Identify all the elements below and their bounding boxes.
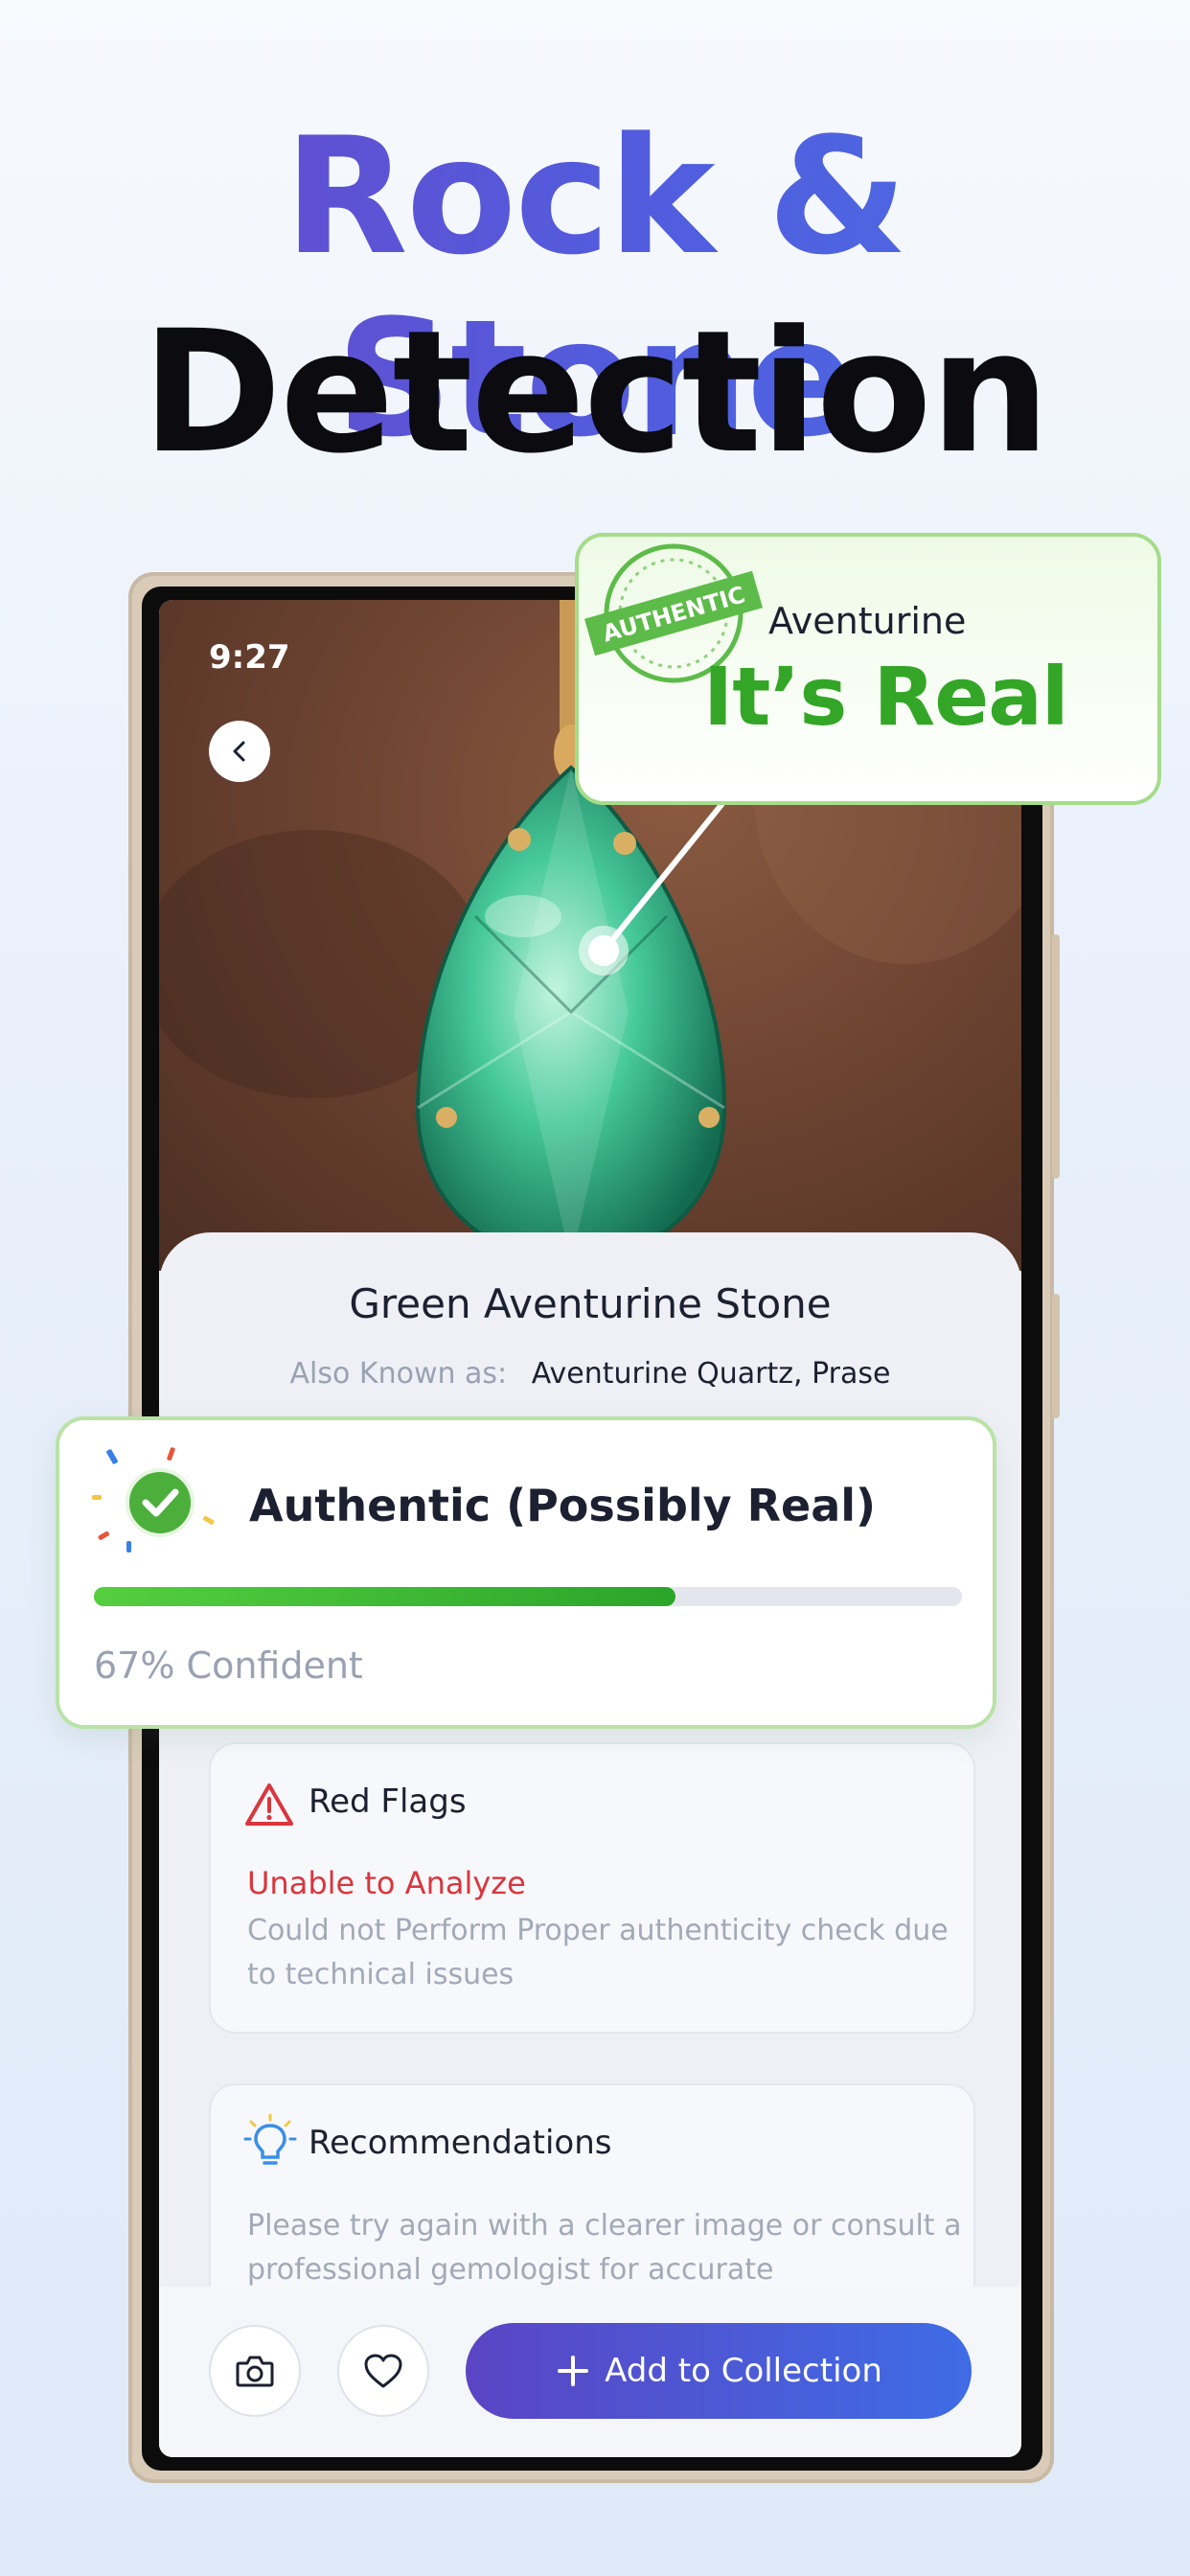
authenticity-card: Authentic (Possibly Real) 67% Confident: [56, 1416, 996, 1729]
camera-icon: [236, 2356, 274, 2387]
phone-side-button: [1052, 1294, 1060, 1418]
also-known-as: Also Known as: Aventurine Quartz, Prase: [159, 1357, 1021, 1391]
phone-side-button: [1052, 934, 1060, 1179]
favorite-button[interactable]: [337, 2325, 429, 2417]
heart-icon: [364, 2354, 402, 2388]
chevron-left-icon: [233, 741, 245, 762]
lightbulb-icon: [243, 2113, 297, 2165]
also-known-as-value: Aventurine Quartz, Prase: [531, 1357, 891, 1391]
confidence-bar-fill: [94, 1587, 676, 1606]
add-to-collection-button[interactable]: Add to Collection: [466, 2323, 972, 2419]
authenticity-label: Authentic (Possibly Real): [249, 1480, 877, 1531]
red-flags-card: Red Flags Unable to Analyze Could not Pe…: [209, 1742, 975, 2034]
confidence-bar: [94, 1587, 962, 1606]
plus-icon: [558, 2356, 589, 2386]
recommendations-body: Please try again with a clearer image or…: [247, 2209, 962, 2287]
red-flags-heading: Unable to Analyze: [247, 1865, 526, 1901]
recommendations-title: Recommendations: [309, 2124, 612, 2162]
warning-icon: [245, 1783, 293, 1826]
add-to-collection-label: Add to Collection: [605, 2352, 882, 2390]
real-callout-stone: Aventurine: [768, 600, 967, 642]
headline-line-2: Detection: [142, 294, 1050, 491]
status-time: 9:27: [209, 638, 290, 677]
real-callout-verdict: It’s Real: [703, 650, 1069, 744]
stone-name: Green Aventurine Stone: [349, 1280, 832, 1327]
real-verdict-callout: AUTHENTIC Aventurine It’s Real: [575, 533, 1161, 805]
back-button[interactable]: [209, 721, 270, 782]
camera-button[interactable]: [209, 2325, 301, 2417]
red-flags-body: Could not Perform Proper authenticity ch…: [247, 1914, 949, 1991]
also-known-as-label: Also Known as:: [289, 1357, 508, 1391]
confidence-text: 67% Confident: [94, 1644, 363, 1687]
check-circle-icon: [92, 1447, 215, 1552]
red-flags-title: Red Flags: [309, 1782, 467, 1821]
